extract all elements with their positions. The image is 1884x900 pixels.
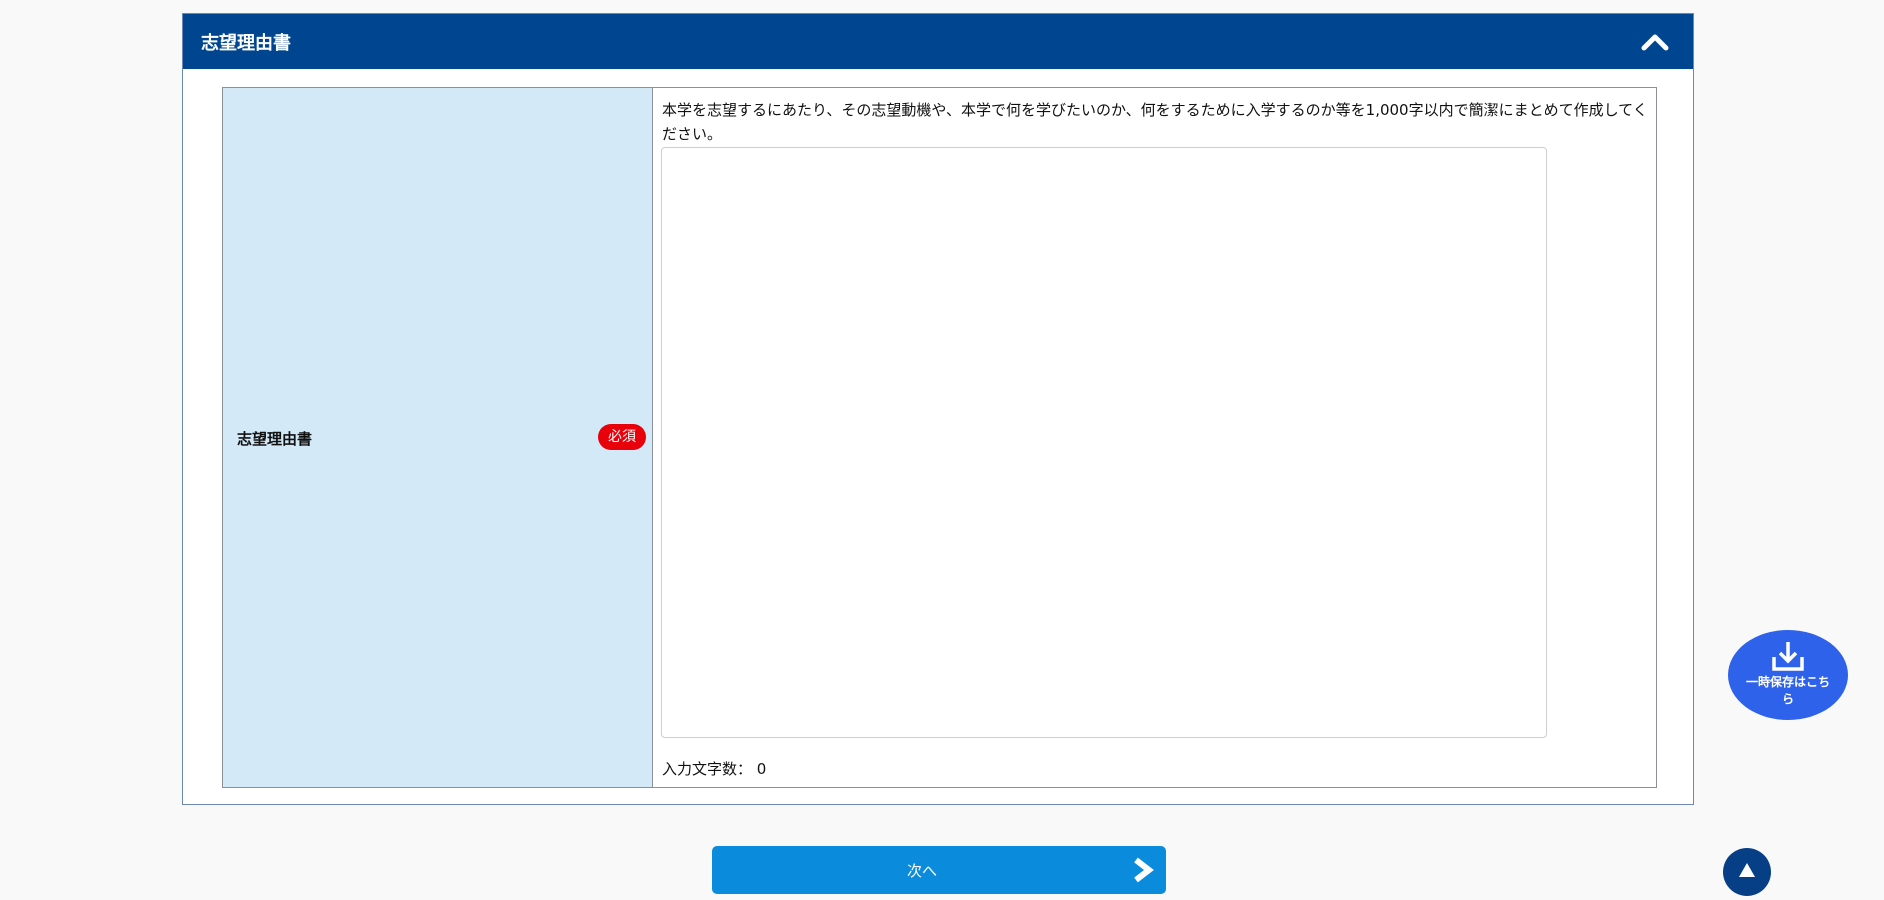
char-count: 入力文字数： 0 <box>662 758 766 779</box>
next-button[interactable]: 次へ <box>712 846 1166 894</box>
temporary-save-button[interactable]: 一時保存はこちら <box>1728 630 1848 720</box>
char-count-value: 0 <box>756 760 767 778</box>
next-button-label: 次へ <box>906 862 937 880</box>
char-count-label: 入力文字数： <box>662 760 753 778</box>
instruction-text: 本学を志望するにあたり、その志望動機や、本学で何を学びたいのか、何をするために入… <box>662 101 1648 143</box>
required-badge: 必須 <box>598 424 646 450</box>
motivation-textarea[interactable] <box>661 147 1547 738</box>
field-label: 志望理由書 <box>237 430 313 448</box>
section-header: 志望理由書 <box>183 14 1693 69</box>
scroll-top-button[interactable] <box>1723 848 1771 896</box>
label-cell: 志望理由書 必須 <box>223 88 653 787</box>
motivation-form-table: 志望理由書 必須 本学を志望するにあたり、その志望動機や、本学で何を学びたいのか… <box>222 87 1657 788</box>
input-cell: 本学を志望するにあたり、その志望動機や、本学で何を学びたいのか、何をするために入… <box>653 88 1656 787</box>
save-button-label: 一時保存はこちら <box>1745 675 1830 706</box>
application-section-panel: 志望理由書 志望理由書 必須 本学を志望するにあたり、その志望動機や、本学で何を… <box>182 13 1694 805</box>
chevron-up-icon <box>1641 34 1669 51</box>
triangle-up-icon <box>1739 863 1755 877</box>
download-icon <box>1772 642 1804 671</box>
collapse-button[interactable] <box>1637 24 1673 58</box>
section-title: 志望理由書 <box>201 33 291 54</box>
chevron-right-icon <box>1134 857 1154 883</box>
